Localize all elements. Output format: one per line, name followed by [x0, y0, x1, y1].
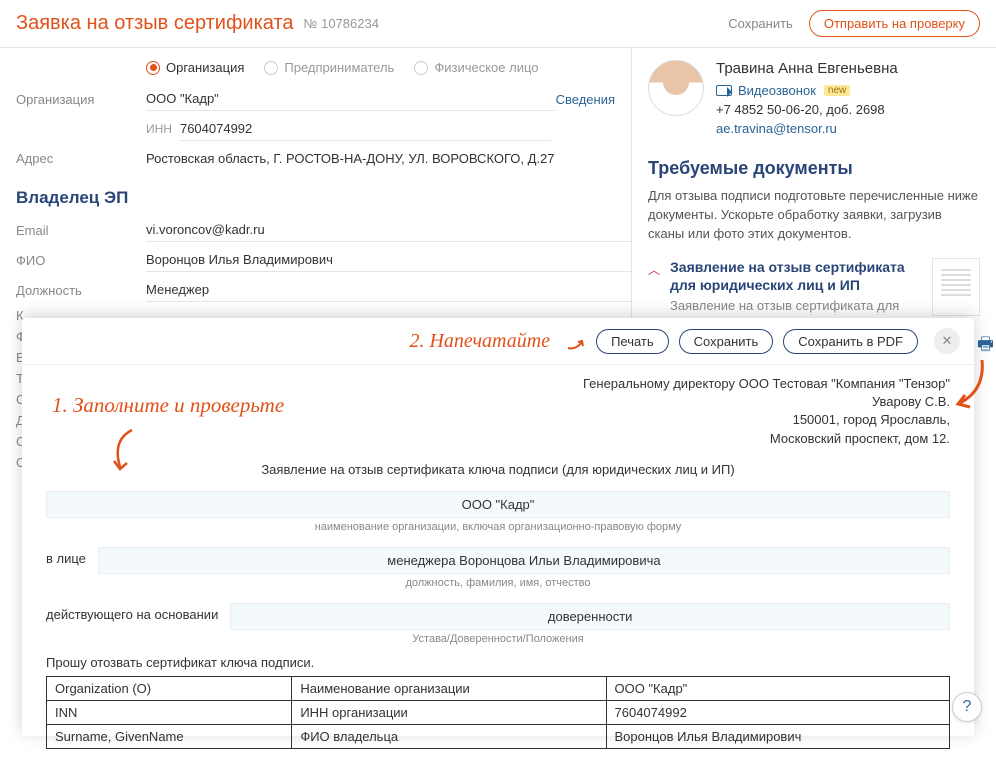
inn-row: ИНН 7604074992: [16, 117, 631, 141]
page-header: Заявка на отзыв сертификата № 10786234 С…: [0, 0, 996, 48]
table-cell: Наименование организации: [292, 676, 606, 700]
submit-button[interactable]: Отправить на проверку: [809, 10, 980, 37]
doc-person-field[interactable]: менеджера Воронцова Ильи Владимировича: [98, 547, 950, 574]
org-input[interactable]: ООО "Кадр": [146, 87, 556, 111]
table-row: Surname, GivenNameФИО владельцаВоронцов …: [47, 724, 950, 748]
fio-row: ФИО Воронцов Илья Владимирович: [16, 248, 631, 272]
arrow-down-icon: [102, 425, 152, 475]
help-icon: ?: [963, 698, 972, 716]
radio-dot-icon: [264, 61, 278, 75]
contact-info: Травина Анна Евгеньевна Видеозвонок new …: [716, 60, 980, 140]
inn-input[interactable]: 7604074992: [180, 117, 551, 141]
address-row: Адрес Ростовская область, Г. РОСТОВ-НА-Д…: [16, 147, 631, 170]
person-label: в лице: [46, 551, 86, 566]
radio-organization[interactable]: Организация: [146, 60, 244, 75]
position-input[interactable]: Менеджер: [146, 278, 631, 302]
document-preview-overlay: 2. Напечатайте Печать Сохранить Сохранит…: [22, 318, 974, 736]
annotation-step2: 2. Напечатайте: [409, 330, 550, 353]
curved-arrow-icon: [950, 355, 990, 410]
avatar: [648, 60, 704, 116]
header-actions: Сохранить Отправить на проверку: [728, 10, 980, 37]
table-cell: 7604074992: [606, 700, 950, 724]
doc-item-title: Заявление на отзыв сертификата для юриди…: [670, 258, 922, 296]
request-number: № 10786234: [304, 16, 379, 31]
new-badge: new: [824, 85, 850, 96]
entity-type-radios: Организация Предприниматель Физическое л…: [146, 60, 631, 75]
email-input[interactable]: vi.voroncov@kadr.ru: [146, 218, 631, 242]
table-row: INNИНН организации7604074992: [47, 700, 950, 724]
doc-org-field[interactable]: ООО "Кадр": [46, 491, 950, 518]
doc-basis-row: действующего на основании доверенности: [46, 599, 950, 630]
annotation-step1: 1. Заполните и проверьте: [52, 393, 284, 418]
table-cell: ИНН организации: [292, 700, 606, 724]
save-link[interactable]: Сохранить: [728, 16, 793, 31]
overlay-header: 2. Напечатайте Печать Сохранить Сохранит…: [22, 318, 974, 365]
contact-phone: +7 4852 50-06-20, доб. 2698: [716, 102, 980, 117]
contact-email[interactable]: ae.travina@tensor.ru: [716, 121, 980, 136]
print-button[interactable]: Печать: [596, 329, 669, 354]
help-button[interactable]: ?: [952, 692, 982, 722]
address-label: Адрес: [16, 151, 146, 166]
close-button[interactable]: ✕: [934, 328, 960, 354]
chevron-up-icon: ︿: [648, 261, 660, 278]
doc-text: Заявление на отзыв сертификата для юриди…: [670, 258, 922, 314]
table-cell: Organization (O): [47, 676, 292, 700]
radio-phys-label: Физическое лицо: [434, 60, 538, 75]
radio-individual[interactable]: Физическое лицо: [414, 60, 538, 75]
position-row: Должность Менеджер: [16, 278, 631, 302]
video-call-label: Видеозвонок: [738, 83, 816, 98]
radio-ip-label: Предприниматель: [284, 60, 394, 75]
contact-name: Травина Анна Евгеньевна: [716, 60, 980, 77]
addr-line: Генеральному директору ООО Тестовая "Ком…: [46, 375, 950, 393]
position-label: Должность: [16, 283, 146, 298]
org-row: Организация ООО "Кадр" Сведения: [16, 87, 631, 111]
table-cell: INN: [47, 700, 292, 724]
address-value[interactable]: Ростовская область, Г. РОСТОВ-НА-ДОНУ, У…: [146, 147, 631, 170]
doc-org-caption: наименование организации, включая органи…: [46, 521, 950, 533]
doc-item-subtitle: Заявление на отзыв сертификата для: [670, 298, 922, 313]
inn-label: ИНН: [146, 122, 172, 136]
addr-line: Московский проспект, дом 12.: [46, 430, 950, 448]
table-cell: Surname, GivenName: [47, 724, 292, 748]
doc-person-caption: должность, фамилия, имя, отчество: [46, 577, 950, 589]
radio-dot-icon: [414, 61, 428, 75]
fio-label: ФИО: [16, 253, 146, 268]
basis-label: действующего на основании: [46, 607, 218, 622]
doc-thumbnail[interactable]: [932, 258, 980, 316]
details-link[interactable]: Сведения: [556, 92, 631, 107]
doc-item[interactable]: ︿ Заявление на отзыв сертификата для юри…: [648, 258, 980, 316]
owner-section-title: Владелец ЭП: [16, 188, 631, 208]
table-cell: Воронцов Илья Владимирович: [606, 724, 950, 748]
docs-description: Для отзыва подписи подготовьте перечисле…: [648, 187, 980, 244]
email-row: Email vi.voroncov@kadr.ru: [16, 218, 631, 242]
radio-org-label: Организация: [166, 60, 244, 75]
table-cell: ФИО владельца: [292, 724, 606, 748]
camera-icon: [716, 85, 732, 96]
radio-dot-icon: [146, 61, 160, 75]
doc-person-row: в лице менеджера Воронцова Ильи Владимир…: [46, 543, 950, 574]
save-button[interactable]: Сохранить: [679, 329, 774, 354]
table-row: Organization (O)Наименование организации…: [47, 676, 950, 700]
arrow-icon: [566, 330, 586, 352]
docs-section-title: Требуемые документы: [648, 158, 980, 179]
email-label: Email: [16, 223, 146, 238]
doc-basis-field[interactable]: доверенности: [230, 603, 950, 630]
doc-basis-caption: Устава/Доверенности/Положения: [46, 633, 950, 645]
close-icon: ✕: [942, 333, 953, 349]
overlay-body: 1. Заполните и проверьте Генеральному ди…: [22, 365, 974, 759]
radio-entrepreneur[interactable]: Предприниматель: [264, 60, 394, 75]
cert-details-table: Organization (O)Наименование организации…: [46, 676, 950, 749]
video-call-link[interactable]: Видеозвонок new: [716, 83, 980, 98]
page-title: Заявка на отзыв сертификата: [16, 12, 294, 35]
save-pdf-button[interactable]: Сохранить в PDF: [783, 329, 918, 354]
table-cell: ООО "Кадр": [606, 676, 950, 700]
doc-title: Заявление на отзыв сертификата ключа под…: [46, 462, 950, 477]
contact-card: Травина Анна Евгеньевна Видеозвонок new …: [648, 60, 980, 140]
org-label: Организация: [16, 92, 146, 107]
fio-input[interactable]: Воронцов Илья Владимирович: [146, 248, 631, 272]
doc-request-text: Прошу отозвать сертификат ключа подписи.: [46, 655, 950, 670]
